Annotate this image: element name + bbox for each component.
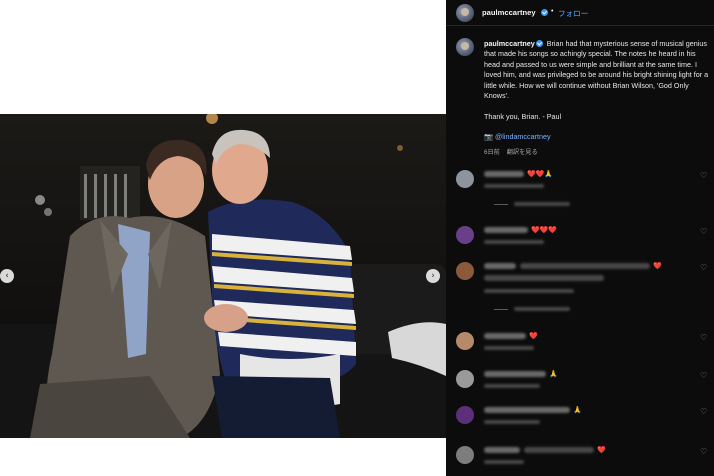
- comment-line: [484, 275, 704, 285]
- comment-line: ❤️: [484, 446, 704, 456]
- comment-emoji: ❤️❤️❤️: [529, 227, 558, 234]
- commenter-avatar[interactable]: [456, 406, 474, 424]
- comment-meta-redacted: [484, 460, 524, 465]
- comments-panel: paulmccartney • フォロー paulmccartney Brian…: [446, 0, 714, 476]
- commenter-name-redacted[interactable]: [484, 263, 516, 270]
- comment-line: ❤️❤️🙏: [484, 170, 704, 180]
- comment-like-heart-icon[interactable]: [700, 333, 708, 343]
- commenter-avatar[interactable]: [456, 226, 474, 244]
- comment-meta: [484, 288, 704, 298]
- comment-line: ❤️: [484, 332, 704, 342]
- comment-emoji: 🙏: [571, 407, 582, 414]
- comment-line: ❤️: [484, 262, 704, 272]
- comment-line: ❤️❤️❤️: [484, 226, 704, 236]
- reply-dash: [494, 203, 508, 205]
- tagged-line: 📷 @lindamccartney: [484, 132, 551, 141]
- comment-body: ❤️❤️🙏: [484, 170, 704, 211]
- commenter-name-redacted[interactable]: [484, 407, 570, 414]
- comment-meta-redacted: [484, 384, 540, 389]
- post-header: paulmccartney • フォロー: [446, 0, 714, 26]
- author-avatar[interactable]: [456, 4, 474, 22]
- commenter-avatar[interactable]: [456, 332, 474, 350]
- comment-meta-redacted: [484, 240, 544, 245]
- comment-body: ❤️: [484, 262, 704, 316]
- comment-emoji: 🙏: [547, 371, 558, 378]
- verified-badge-icon: [541, 9, 548, 16]
- comment-emoji: ❤️: [595, 447, 606, 454]
- comment-emoji: ❤️: [651, 263, 662, 270]
- comment-meta-redacted: [484, 184, 544, 189]
- comment-like-heart-icon[interactable]: [700, 227, 708, 237]
- view-replies-redacted: [514, 202, 570, 207]
- comment-meta-redacted: [484, 346, 534, 351]
- comment-line: 🙏: [484, 370, 704, 380]
- view-replies-link[interactable]: [484, 201, 704, 211]
- caption-text: Brian had that mysterious sense of music…: [484, 39, 709, 101]
- previous-image-button[interactable]: ‹: [0, 269, 14, 283]
- author-username[interactable]: paulmccartney: [482, 8, 536, 17]
- comment-text-redacted: [484, 275, 604, 282]
- post-time: 6日前: [484, 149, 500, 156]
- commenter-name-redacted[interactable]: [484, 333, 526, 340]
- comment-body: ❤️❤️❤️: [484, 226, 704, 249]
- reply-dash: [494, 308, 508, 310]
- tagged-user-link[interactable]: @lindamccartney: [495, 132, 551, 141]
- commenter-name-redacted[interactable]: [484, 227, 528, 234]
- commenter-name-redacted[interactable]: [484, 371, 546, 378]
- follow-button[interactable]: フォロー: [558, 8, 588, 19]
- caption-author-avatar[interactable]: [456, 38, 474, 56]
- caption-meta: 6日前 翻訳を見る: [484, 147, 538, 156]
- next-image-button[interactable]: ›: [426, 269, 440, 283]
- comment-body: ❤️: [484, 332, 704, 355]
- comment-body: 🙏: [484, 406, 704, 429]
- commenter-name-redacted[interactable]: [484, 447, 520, 454]
- photo-illustration: [0, 114, 446, 438]
- comment-meta: [484, 239, 704, 249]
- comment-meta-redacted: [484, 289, 574, 294]
- comment-meta: [484, 183, 704, 193]
- caption-verified-icon: [535, 40, 543, 47]
- comment-body: ❤️: [484, 446, 704, 469]
- comment-meta: [484, 419, 704, 429]
- post-caption: paulmccartney Brian had that mysterious …: [484, 39, 710, 101]
- comment-text-redacted: [520, 263, 650, 270]
- comment-like-heart-icon[interactable]: [700, 263, 708, 273]
- comment-line: 🙏: [484, 406, 704, 416]
- header-separator: •: [551, 8, 554, 15]
- comment-meta: [484, 383, 704, 393]
- comment-meta-redacted: [484, 420, 540, 425]
- comment-meta: [484, 345, 704, 355]
- see-translation-link[interactable]: 翻訳を見る: [507, 149, 538, 156]
- comment-emoji: ❤️❤️🙏: [525, 171, 554, 178]
- commenter-avatar[interactable]: [456, 170, 474, 188]
- comment-like-heart-icon[interactable]: [700, 407, 708, 417]
- comment-like-heart-icon[interactable]: [700, 171, 708, 181]
- view-replies-link[interactable]: [484, 306, 704, 316]
- comment-meta: [484, 459, 704, 469]
- commenter-avatar[interactable]: [456, 370, 474, 388]
- media-viewer: ‹ ›: [0, 0, 446, 476]
- comment-body: 🙏: [484, 370, 704, 393]
- comment-like-heart-icon[interactable]: [700, 371, 708, 381]
- comment-emoji: ❤️: [527, 333, 538, 340]
- caption-signoff: Thank you, Brian. - Paul: [484, 112, 562, 121]
- commenter-avatar[interactable]: [456, 262, 474, 280]
- comment-text-redacted: [524, 447, 594, 454]
- commenter-avatar[interactable]: [456, 446, 474, 464]
- view-replies-redacted: [514, 307, 570, 312]
- caption-username[interactable]: paulmccartney: [484, 39, 535, 48]
- comment-like-heart-icon[interactable]: [700, 447, 708, 457]
- commenter-name-redacted[interactable]: [484, 171, 524, 178]
- camera-icon: 📷: [484, 132, 493, 141]
- post-photo[interactable]: [0, 114, 446, 438]
